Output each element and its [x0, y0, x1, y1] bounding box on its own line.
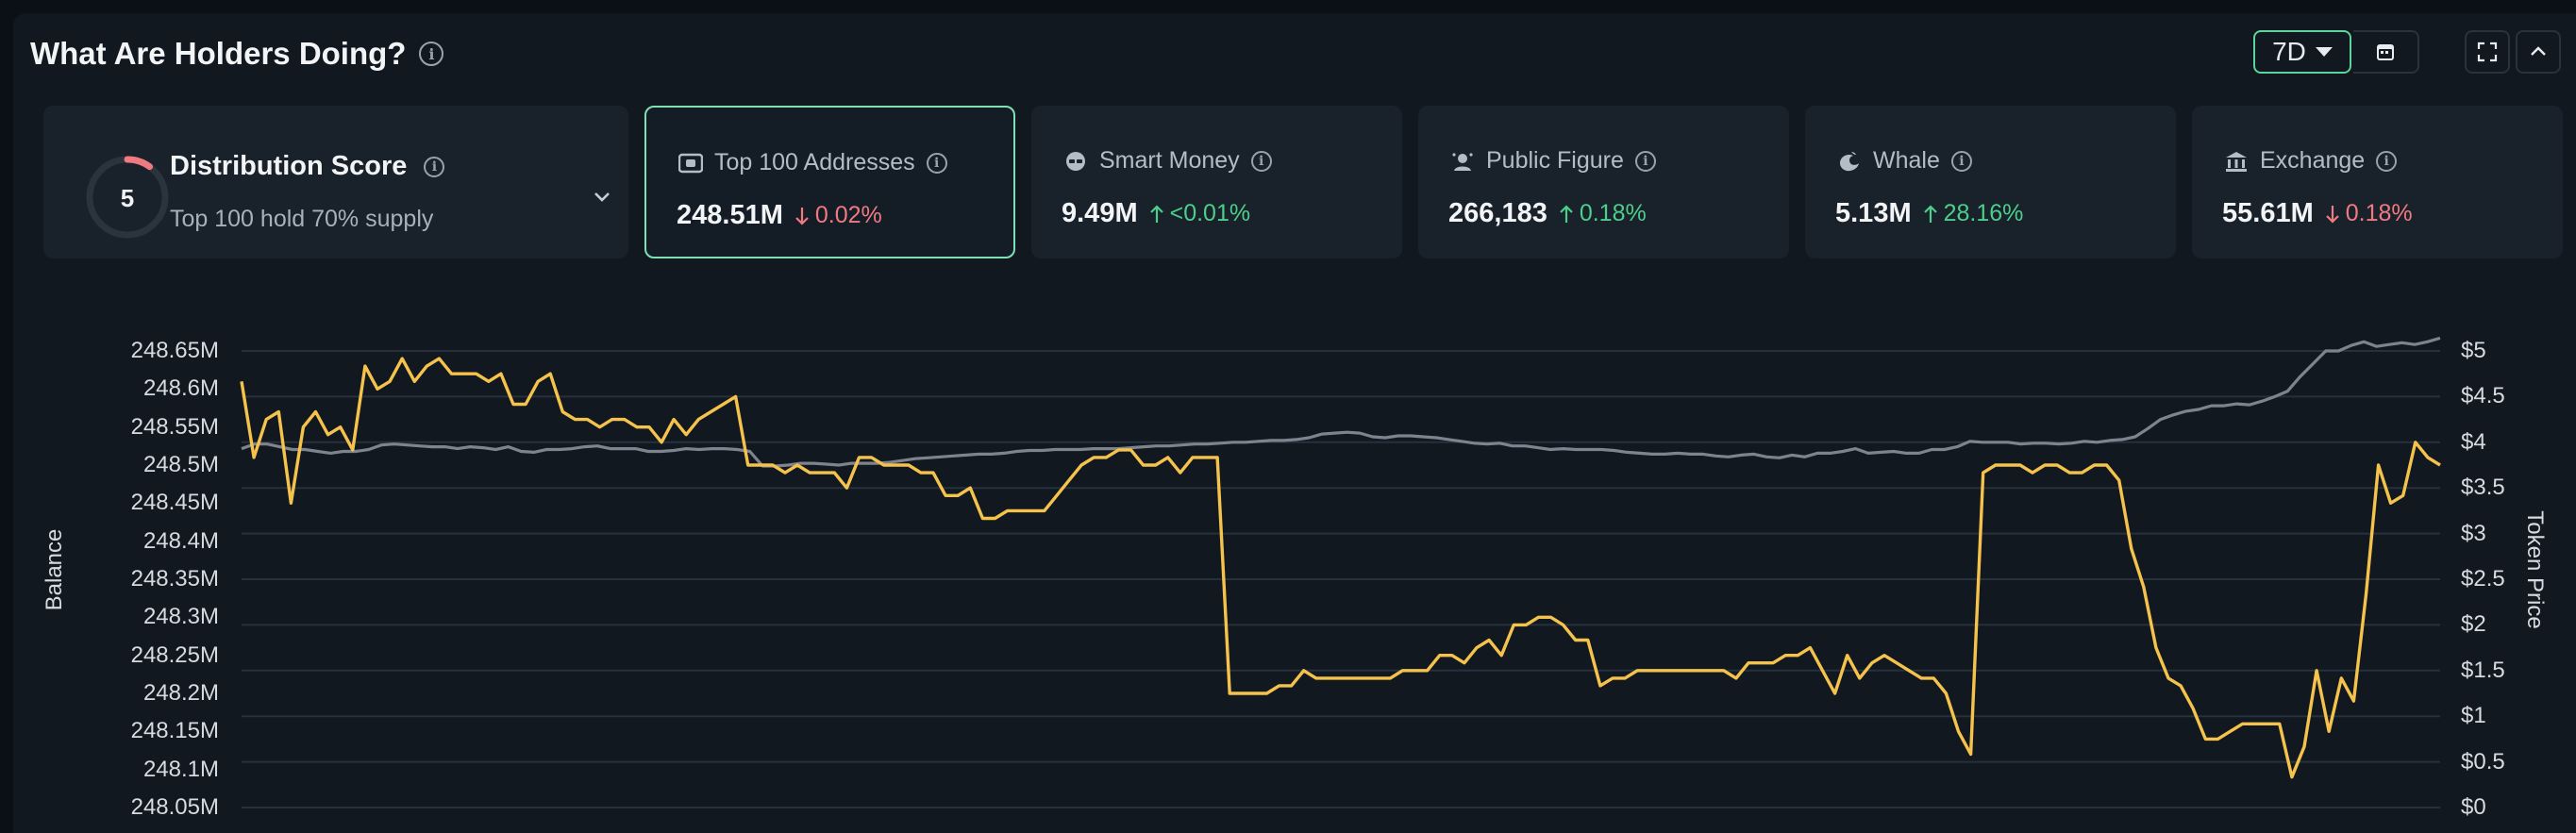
balance-series-line[interactable]	[240, 357, 2441, 779]
chart-lines	[240, 336, 2441, 779]
holders-chart[interactable]	[0, 0, 2576, 833]
token-price-series-line[interactable]	[241, 336, 2441, 468]
chart-grid	[242, 350, 2440, 808]
